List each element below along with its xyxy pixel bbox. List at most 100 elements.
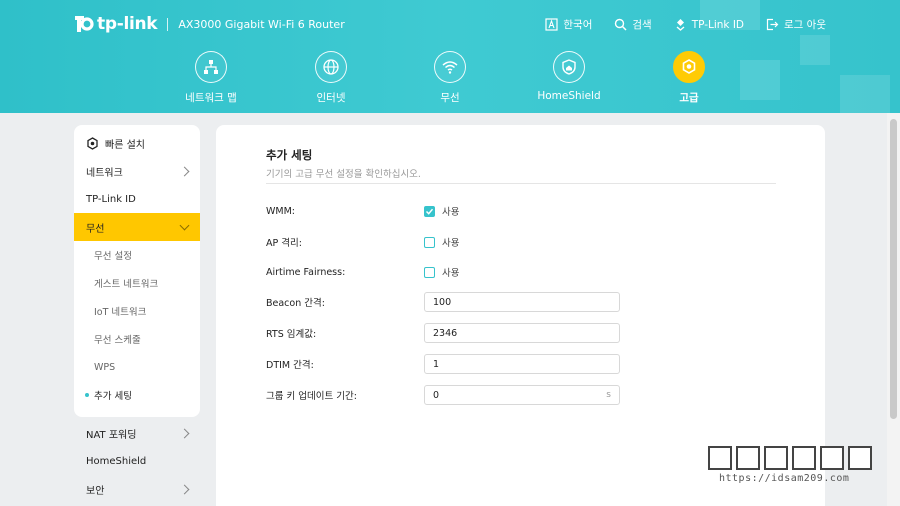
nav-advanced-label: 고급	[679, 92, 699, 104]
ap-isolation-checkbox[interactable]	[424, 236, 435, 248]
language-label: 한국어	[563, 19, 593, 31]
network-map-icon	[195, 51, 227, 83]
sidebar-item-wireless[interactable]: 무선	[74, 213, 200, 241]
ap-isolation-enable-label: 사용	[442, 238, 460, 249]
sidebar-subitem-wireless-schedule[interactable]: 무선 스케줄	[74, 325, 200, 353]
wmm-checkbox[interactable]	[424, 205, 435, 217]
search-label: 검색	[632, 19, 652, 31]
group-key-update-input[interactable]: 0 s	[424, 385, 620, 405]
main-navigation: 네트워크 맵 인터넷 무선 HomeShield 고급	[0, 51, 900, 106]
nav-homeshield-label: HomeShield	[537, 90, 601, 102]
rts-threshold-input[interactable]: 2346	[424, 323, 620, 343]
sidebar-item-label: NAT 포워딩	[86, 429, 137, 441]
nav-internet-label: 인터넷	[316, 92, 346, 104]
search-icon	[615, 18, 627, 31]
ap-isolation-label: AP 격리:	[266, 238, 302, 249]
airtime-fairness-enable-label: 사용	[442, 268, 460, 279]
sidebar-item-nat-forwarding[interactable]: NAT 포워딩	[74, 419, 200, 447]
wmm-row: WMM: 사용	[266, 204, 459, 218]
globe-icon	[315, 51, 347, 83]
sidebar-item-label: 빠른 설치	[105, 139, 145, 151]
nav-wireless-label: 무선	[440, 92, 460, 104]
section-divider	[266, 183, 776, 184]
rts-threshold-row: RTS 임계값: 2346	[266, 323, 620, 343]
sidebar-subitem-label: 무선 설정	[94, 251, 132, 262]
airtime-fairness-label: Airtime Fairness:	[266, 266, 346, 278]
wifi-icon	[434, 51, 466, 83]
sidebar-subitem-label: 게스트 네트워크	[94, 279, 159, 290]
sidebar-subitem-label: 추가 세팅	[94, 391, 132, 402]
logout-button[interactable]: 로그 아웃	[766, 17, 826, 32]
language-icon	[545, 18, 558, 31]
sidebar-item-label: 네트워크	[86, 167, 123, 179]
airtime-fairness-checkbox[interactable]	[424, 266, 435, 278]
nav-network-map[interactable]: 네트워크 맵	[156, 51, 266, 105]
sidebar-item-label: 보안	[86, 485, 105, 497]
airtime-fairness-row: Airtime Fairness: 사용	[266, 265, 459, 279]
gear-icon	[673, 51, 705, 83]
beacon-interval-label: Beacon 간격:	[266, 298, 325, 309]
sidebar-subitem-wps[interactable]: WPS	[74, 353, 200, 381]
logo-divider	[167, 17, 169, 31]
watermark: https://idsam209.com	[705, 443, 885, 495]
nav-internet[interactable]: 인터넷	[276, 51, 386, 105]
sidebar-item-label: HomeShield	[86, 455, 147, 467]
brand-name: tp-link	[97, 14, 158, 34]
current-indicator-dot	[85, 393, 89, 397]
rts-threshold-label: RTS 임계값:	[266, 329, 317, 340]
sidebar: 빠른 설치 네트워크 TP-Link ID 무선 무선 설정 게스트 네트워크 …	[74, 125, 200, 417]
ap-isolation-row: AP 격리: 사용	[266, 235, 459, 249]
brand-logo[interactable]: tp-link AX3000 Gigabit Wi-Fi 6 Router	[72, 13, 345, 35]
tplink-id-label: TP-Link ID	[691, 18, 745, 31]
sidebar-subitem-iot-network[interactable]: IoT 네트워크	[74, 297, 200, 325]
section-description: 기기의 고급 무선 설정을 확인하십시오.	[266, 169, 421, 180]
tplink-id-icon	[676, 19, 685, 31]
sidebar-subitem-wireless-settings[interactable]: 무선 설정	[74, 241, 200, 269]
logout-label: 로그 아웃	[784, 19, 826, 31]
homeshield-icon	[553, 51, 585, 83]
sidebar-item-network[interactable]: 네트워크	[74, 157, 200, 185]
watermark-logo-icon	[708, 446, 872, 470]
chevron-right-icon	[179, 166, 190, 176]
logout-icon	[766, 18, 779, 31]
sidebar-subitem-guest-network[interactable]: 게스트 네트워크	[74, 269, 200, 297]
section-title: 추가 세팅	[266, 148, 313, 162]
nav-wireless[interactable]: 무선	[395, 51, 505, 105]
nav-homeshield[interactable]: HomeShield	[514, 51, 624, 102]
sidebar-item-label: 무선	[86, 223, 105, 235]
sidebar-subitem-label: IoT 네트워크	[94, 307, 147, 318]
group-key-update-label: 그룹 키 업데이트 기간:	[266, 391, 357, 402]
dtim-interval-value: 1	[433, 358, 440, 370]
checkmark-icon	[425, 208, 434, 215]
dtim-interval-row: DTIM 간격: 1	[266, 354, 620, 374]
sidebar-subitem-label: WPS	[94, 361, 116, 373]
rts-threshold-value: 2346	[433, 327, 458, 339]
wmm-label: WMM:	[266, 205, 295, 217]
chevron-down-icon	[179, 220, 190, 230]
top-navigation: 한국어 검색 TP-Link ID 로그 아웃	[545, 17, 826, 32]
nav-advanced[interactable]: 고급	[634, 51, 744, 105]
tplink-id-button[interactable]: TP-Link ID	[674, 17, 744, 32]
sidebar-subitem-additional-settings[interactable]: 추가 세팅	[74, 381, 200, 409]
router-model: AX3000 Gigabit Wi-Fi 6 Router	[178, 17, 345, 31]
seconds-unit: s	[606, 390, 611, 400]
group-key-update-value: 0	[433, 389, 440, 401]
chevron-right-icon	[179, 428, 190, 438]
sidebar-lower: NAT 포워딩 HomeShield 보안	[74, 419, 200, 506]
search-button[interactable]: 검색	[614, 17, 652, 32]
sidebar-item-security[interactable]: 보안	[74, 475, 200, 503]
sidebar-item-homeshield[interactable]: HomeShield	[74, 447, 200, 475]
sidebar-item-tplink-id[interactable]: TP-Link ID	[74, 185, 200, 213]
wmm-enable-label: 사용	[442, 207, 460, 218]
group-key-update-row: 그룹 키 업데이트 기간: 0 s	[266, 385, 620, 405]
sidebar-item-quick-setup[interactable]: 빠른 설치	[74, 129, 200, 157]
dtim-interval-input[interactable]: 1	[424, 354, 620, 374]
language-button[interactable]: 한국어	[545, 17, 592, 32]
tplink-logo-icon	[72, 13, 94, 35]
nav-network-map-label: 네트워크 맵	[185, 92, 237, 104]
scrollbar-thumb[interactable]	[890, 119, 897, 419]
header: tp-link AX3000 Gigabit Wi-Fi 6 Router 한국…	[0, 0, 900, 113]
page-scrollbar[interactable]	[887, 113, 900, 506]
beacon-interval-input[interactable]: 100	[424, 292, 620, 312]
watermark-url: https://idsam209.com	[719, 473, 850, 484]
